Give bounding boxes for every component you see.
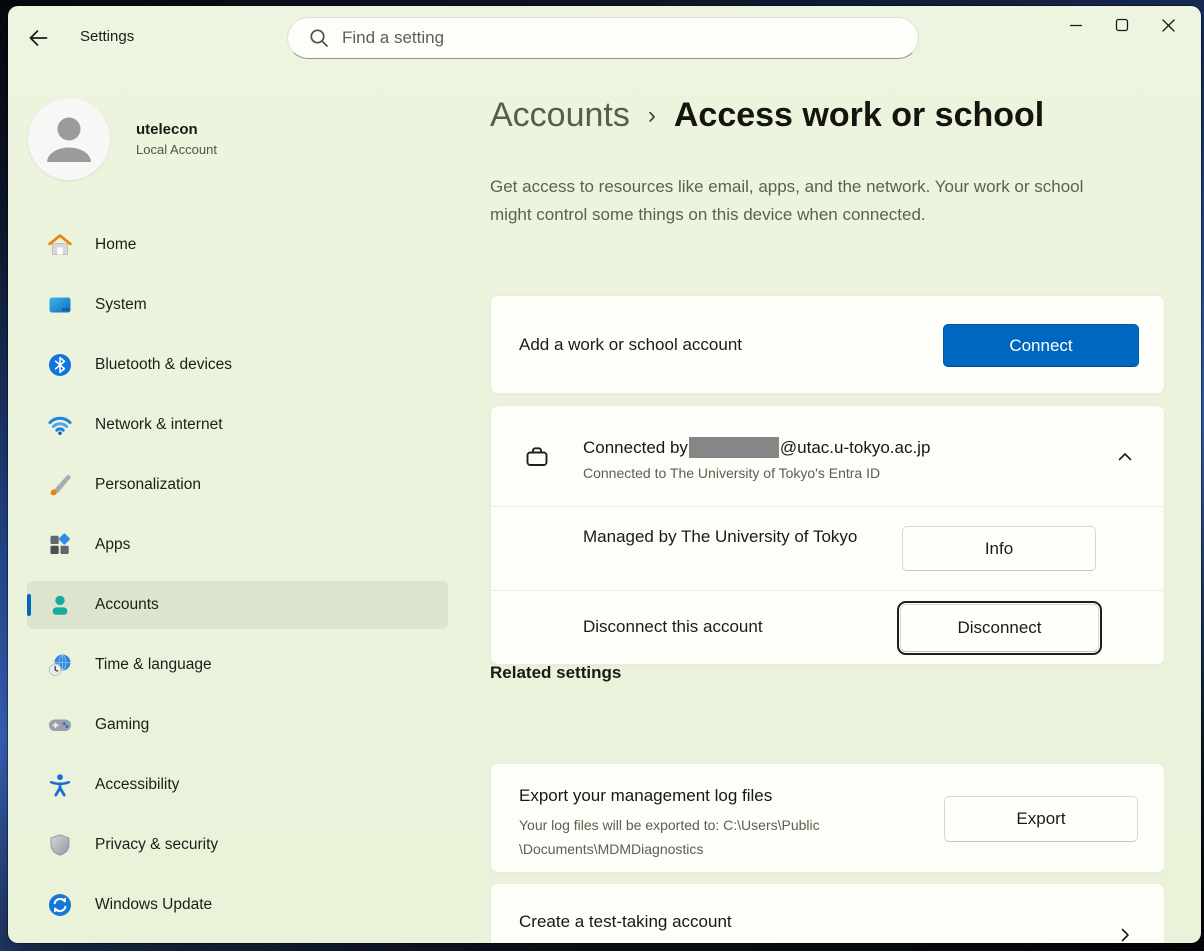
person-icon bbox=[47, 592, 73, 618]
sidebar-item-time-language[interactable]: Time & language bbox=[27, 641, 448, 689]
add-account-label: Add a work or school account bbox=[519, 335, 742, 355]
shield-icon bbox=[47, 832, 73, 858]
export-path-line1: Your log files will be exported to: C:\U… bbox=[519, 813, 820, 837]
sidebar-item-label: Gaming bbox=[95, 716, 149, 734]
export-path-line2: \Documents\MDMDiagnostics bbox=[519, 837, 820, 861]
sidebar-item-label: Apps bbox=[95, 536, 130, 554]
minimize-icon bbox=[1069, 18, 1083, 32]
sidebar-item-gaming[interactable]: Gaming bbox=[27, 701, 448, 749]
page-title: Access work or school bbox=[674, 96, 1044, 135]
sidebar-item-label: Personalization bbox=[95, 476, 201, 494]
breadcrumb-separator-icon: › bbox=[648, 102, 656, 130]
test-account-subtitle: Choose an account for the test taker and… bbox=[519, 941, 885, 943]
breadcrumb-parent[interactable]: Accounts bbox=[490, 96, 630, 135]
account-domain-text: @utac.u-tokyo.ac.jp bbox=[780, 438, 931, 458]
managed-by-label: Managed by The University of Tokyo bbox=[583, 524, 883, 550]
redacted-username bbox=[689, 437, 779, 458]
sidebar-item-label: Time & language bbox=[95, 656, 212, 674]
back-arrow-icon bbox=[26, 26, 50, 50]
user-account-type: Local Account bbox=[136, 142, 217, 157]
sidebar-item-label: Accessibility bbox=[95, 776, 179, 794]
sidebar-item-accounts[interactable]: Accounts bbox=[27, 581, 448, 629]
export-logs-card: Export your management log files Your lo… bbox=[490, 763, 1165, 873]
clock-globe-icon bbox=[47, 652, 73, 678]
export-button[interactable]: Export bbox=[944, 796, 1138, 842]
sidebar-item-label: Home bbox=[95, 236, 136, 254]
search-icon bbox=[308, 27, 330, 49]
sidebar-item-home[interactable]: Home bbox=[27, 221, 448, 269]
sidebar-item-windows-update[interactable]: Windows Update bbox=[27, 881, 448, 929]
minimize-button[interactable] bbox=[1053, 8, 1099, 42]
sidebar-item-bluetooth[interactable]: Bluetooth & devices bbox=[27, 341, 448, 389]
close-icon bbox=[1161, 18, 1176, 33]
home-icon bbox=[47, 232, 73, 258]
disconnect-button[interactable]: Disconnect bbox=[900, 604, 1099, 652]
briefcase-icon bbox=[523, 443, 551, 476]
sidebar-item-label: Bluetooth & devices bbox=[95, 356, 232, 374]
breadcrumb: Accounts › Access work or school bbox=[490, 96, 1044, 135]
sidebar-item-personalization[interactable]: Personalization bbox=[27, 461, 448, 509]
sidebar-item-label: Windows Update bbox=[95, 896, 212, 914]
connected-account-card: Connected by @utac.u-tokyo.ac.jp Connect… bbox=[490, 405, 1165, 665]
connected-account-subtitle: Connected to The University of Tokyo's E… bbox=[583, 465, 880, 481]
maximize-icon bbox=[1115, 18, 1129, 32]
page-description: Get access to resources like email, apps… bbox=[490, 173, 1115, 229]
sidebar-item-label: Privacy & security bbox=[95, 836, 218, 854]
export-logs-subtitle: Your log files will be exported to: C:\U… bbox=[519, 813, 820, 861]
person-silhouette-icon bbox=[28, 98, 110, 180]
test-account-title: Create a test-taking account bbox=[519, 912, 732, 932]
window-controls bbox=[1053, 8, 1191, 42]
managed-by-row: Managed by The University of Tokyo Info bbox=[491, 506, 1164, 590]
maximize-button[interactable] bbox=[1099, 8, 1145, 42]
sidebar-nav: Home System bbox=[27, 221, 448, 941]
related-settings-header: Related settings bbox=[490, 663, 621, 683]
info-button[interactable]: Info bbox=[902, 526, 1096, 571]
sidebar-item-accessibility[interactable]: Accessibility bbox=[27, 761, 448, 809]
bluetooth-icon bbox=[47, 352, 73, 378]
avatar bbox=[28, 98, 110, 180]
sidebar: utelecon Local Account Home bbox=[8, 70, 480, 943]
sync-arrows-icon bbox=[47, 892, 73, 918]
connected-by-text: Connected by bbox=[583, 438, 688, 458]
sidebar-item-system[interactable]: System bbox=[27, 281, 448, 329]
user-name: utelecon bbox=[136, 121, 217, 138]
sidebar-item-label: Network & internet bbox=[95, 416, 223, 434]
apps-grid-icon bbox=[47, 532, 73, 558]
back-button[interactable] bbox=[23, 24, 53, 52]
accessibility-icon bbox=[47, 772, 73, 798]
connected-account-header[interactable]: Connected by @utac.u-tokyo.ac.jp Connect… bbox=[491, 406, 1164, 506]
titlebar: Settings bbox=[8, 6, 1201, 70]
sidebar-item-label: Accounts bbox=[95, 596, 159, 614]
disconnect-row: Disconnect this account Disconnect bbox=[491, 590, 1164, 666]
chevron-right-icon bbox=[1114, 924, 1136, 943]
sidebar-item-label: System bbox=[95, 296, 147, 314]
export-logs-title: Export your management log files bbox=[519, 786, 772, 806]
test-account-card[interactable]: Create a test-taking account Choose an a… bbox=[490, 883, 1165, 943]
settings-window: Settings bbox=[8, 6, 1201, 943]
sidebar-item-apps[interactable]: Apps bbox=[27, 521, 448, 569]
add-account-card: Add a work or school account Connect bbox=[490, 295, 1165, 394]
sidebar-item-privacy[interactable]: Privacy & security bbox=[27, 821, 448, 869]
chevron-up-icon[interactable] bbox=[1114, 446, 1136, 473]
connected-account-title: Connected by @utac.u-tokyo.ac.jp bbox=[583, 437, 930, 458]
paint-brush-icon bbox=[47, 472, 73, 498]
search-box[interactable] bbox=[287, 17, 919, 59]
disconnect-label: Disconnect this account bbox=[583, 617, 763, 637]
system-icon bbox=[47, 292, 73, 318]
gamepad-icon bbox=[47, 712, 73, 738]
main-content: Accounts › Access work or school Get acc… bbox=[490, 70, 1201, 943]
search-input[interactable] bbox=[342, 28, 904, 48]
connect-button[interactable]: Connect bbox=[943, 324, 1139, 367]
wifi-icon bbox=[47, 412, 73, 438]
close-button[interactable] bbox=[1145, 8, 1191, 42]
app-title: Settings bbox=[80, 28, 134, 45]
sidebar-item-network[interactable]: Network & internet bbox=[27, 401, 448, 449]
user-account-chip[interactable]: utelecon Local Account bbox=[28, 93, 448, 185]
